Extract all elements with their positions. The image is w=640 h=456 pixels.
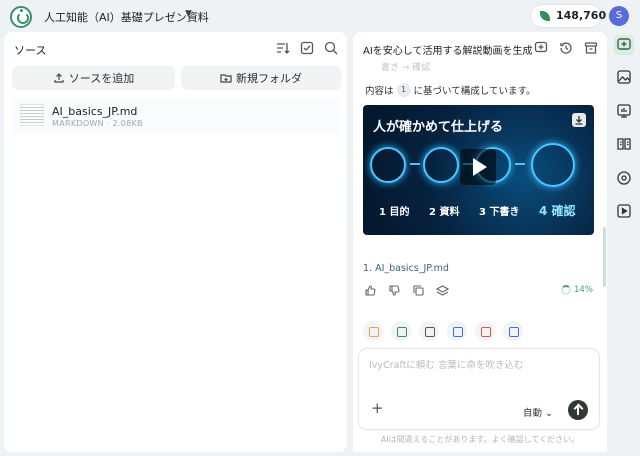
sources-toolbar [275,40,339,56]
response-text: 内容は 1 に基づいて構成しています。 [365,83,536,97]
source-file-item[interactable]: AI_basics_JP.md MARKDOWN · 2.08KB [12,98,340,134]
sources-panel: ソース ソースを追加 新規フォルダ AI_basics_JP.md MARKDO… [4,32,347,452]
chat-title: AIを安心して活用する解説動画を生成 [363,46,533,57]
progress-ring-icon [561,285,571,295]
file-name: AI_basics_JP.md [52,105,138,118]
source-reference-link[interactable]: 1. AI_basics_JP.md [363,263,449,274]
new-folder-label: 新規フォルダ [236,72,302,85]
mode-selector[interactable]: 自動 ⌄ [523,405,553,419]
citation-badge[interactable]: 1 [396,83,411,97]
chat-panel: AIを安心して活用する解説動画を生成 書き → 確認 内容は 1 に基づいて構成… [353,32,607,452]
send-button[interactable] [568,400,588,420]
step-label-4: 4 確認 [539,204,576,218]
step-arrow [515,163,525,165]
progress-percent: 14% [574,285,593,295]
step-arrow [410,163,420,165]
sort-icon[interactable] [275,40,291,56]
play-icon[interactable] [460,149,496,185]
thumbs-up-icon[interactable] [364,284,377,297]
thumbs-down-icon[interactable] [388,284,401,297]
document-icon [423,147,459,183]
generation-progress: 14% [561,285,593,295]
chat-toolbar [533,40,599,56]
chat-input[interactable] [369,357,589,385]
video-headline: 人が確かめて仕上げる [373,120,504,135]
step-label-2: 2 資料 [429,207,460,218]
video-play-icon[interactable] [614,201,634,221]
chat-scrollbar[interactable] [603,227,606,287]
select-checkbox-icon[interactable] [299,40,315,56]
step-label-3: 3 下書き [479,207,520,218]
slides-tool-icon[interactable] [363,321,383,341]
top-bar: 人工知能（AI）基礎プレゼン資料 ▼ 148,760 S [0,0,640,32]
chevron-down-icon[interactable]: ▼ [185,9,192,19]
generated-video[interactable]: 人が確かめて仕上げる 1 目的 2 資料 3 下書き 4 確認 [363,105,594,235]
step-label-1: 1 目的 [379,207,410,218]
sources-title: ソース [14,44,47,57]
right-rail [613,32,635,232]
report-tool-icon[interactable] [419,321,439,341]
check-document-icon [531,143,575,187]
folder-plus-icon [220,74,232,83]
credits-badge[interactable]: 148,760 [531,5,606,27]
target-icon [370,147,406,183]
file-meta: MARKDOWN · 2.08KB [52,119,143,128]
add-source-label: ソースを追加 [68,72,135,85]
app-logo-icon[interactable] [10,6,32,28]
slides-icon[interactable] [614,101,634,121]
chat-composer: + 自動 ⌄ [359,349,599,429]
tool-chips [363,321,523,341]
response-prefix: 内容は [365,86,394,97]
search-icon[interactable] [323,40,339,56]
copy-icon[interactable] [412,284,425,297]
disc-icon[interactable] [614,168,634,188]
add-source-button[interactable]: ソースを追加 [12,66,175,90]
archive-icon[interactable] [583,40,599,56]
video-tool-icon[interactable] [475,321,495,341]
download-icon[interactable] [572,113,586,127]
credits-count: 148,760 [556,9,607,22]
chat-add-icon[interactable] [614,35,634,55]
layers-icon[interactable] [435,284,450,297]
image-icon[interactable] [614,67,634,87]
previous-message-fragment: 書き → 確認 [381,63,431,73]
ai-disclaimer: AIは間違えることがあります。よく確認してください。 [380,435,580,444]
book-icon[interactable] [614,134,634,154]
history-icon[interactable] [558,40,574,56]
presentation-tool-icon[interactable] [391,321,411,341]
grid-tool-icon[interactable] [503,321,523,341]
upload-icon [54,73,64,83]
response-suffix: に基づいて構成しています。 [413,86,536,97]
leaf-icon [540,11,550,21]
file-thumbnail [20,104,44,126]
plus-icon[interactable]: + [371,399,384,417]
new-chat-icon[interactable] [533,40,549,56]
info-tool-icon[interactable] [447,321,467,341]
response-actions [364,284,450,297]
new-folder-button[interactable]: 新規フォルダ [181,66,341,90]
avatar[interactable]: S [609,6,629,26]
